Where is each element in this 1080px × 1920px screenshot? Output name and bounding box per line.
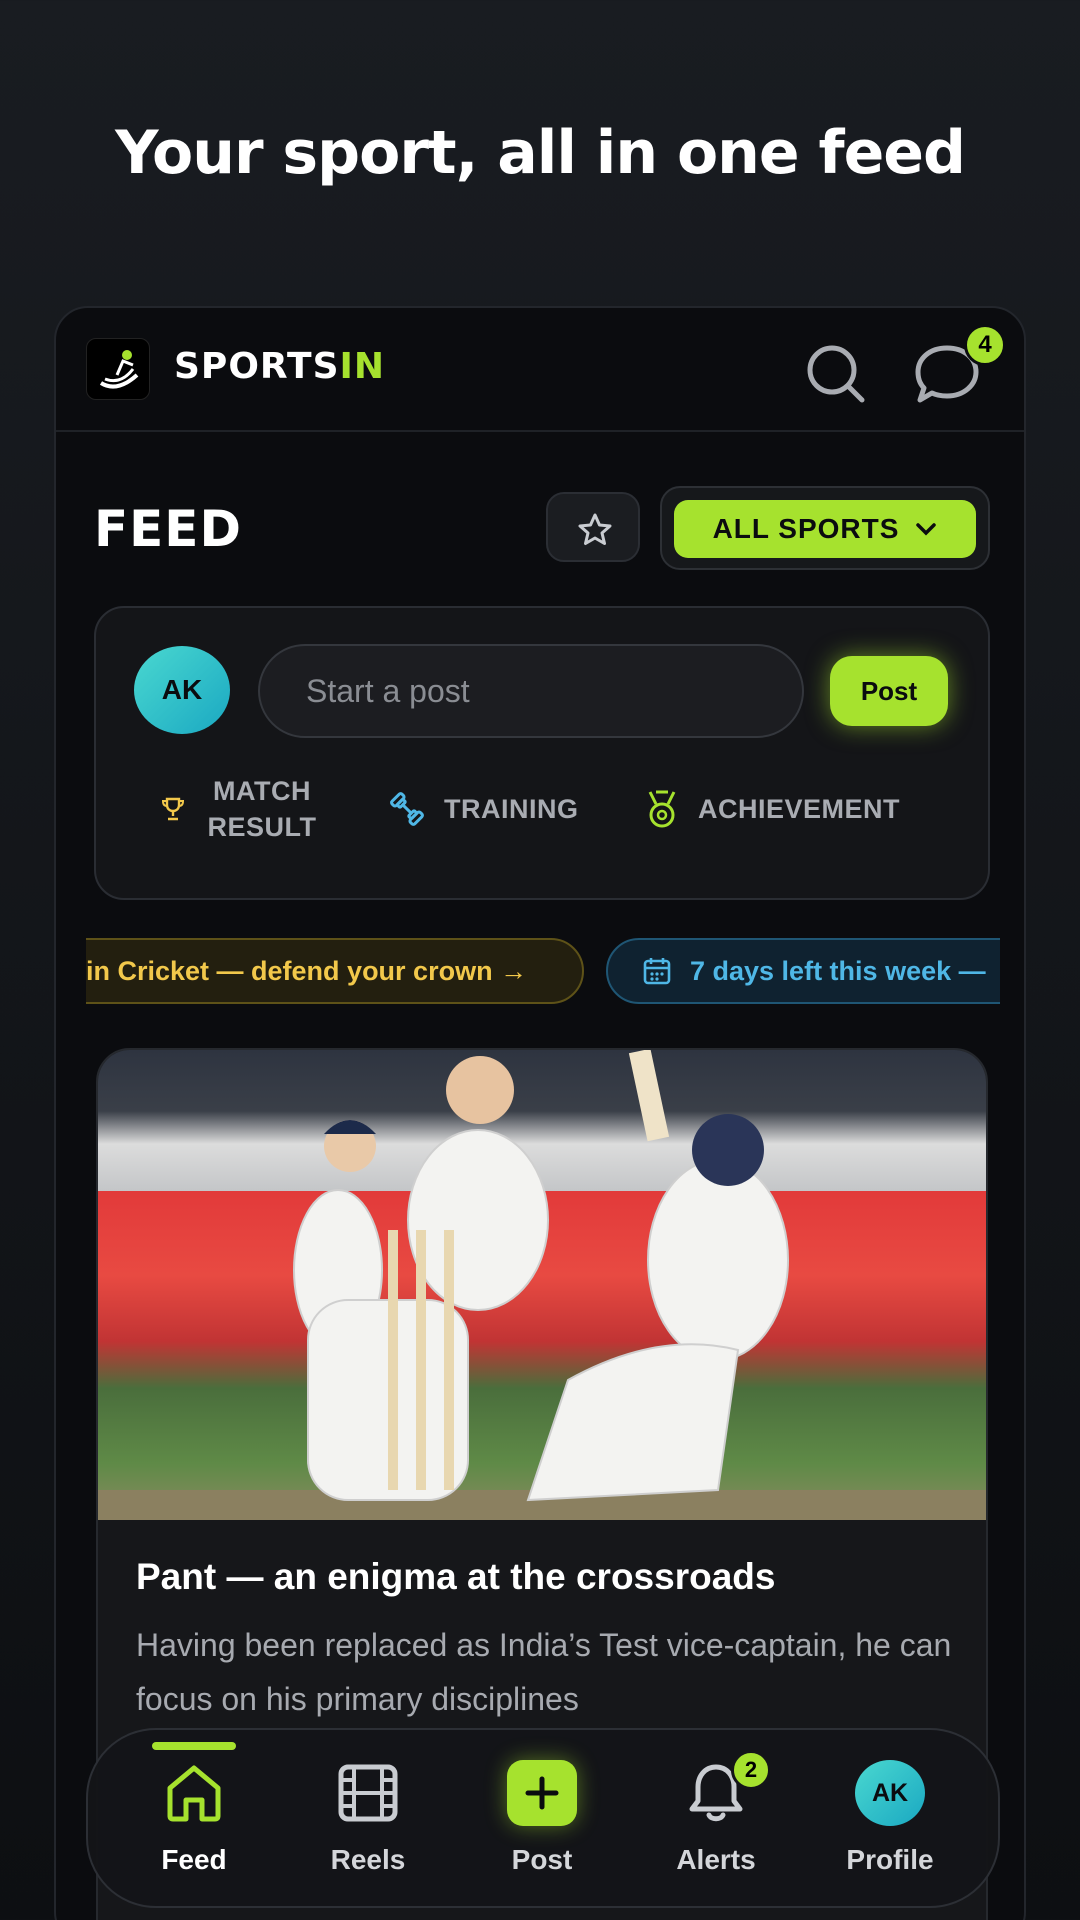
- search-icon: [807, 345, 865, 403]
- category-label: TRAINING: [444, 794, 579, 824]
- user-avatar[interactable]: AK: [134, 646, 230, 734]
- calendar-icon: [643, 958, 671, 985]
- post-excerpt: Having been replaced as India’s Test vic…: [136, 1627, 952, 1717]
- nav-label: Post: [511, 1844, 573, 1875]
- trophy-icon: [162, 797, 184, 821]
- bottom-navigation: Feed Reels Post Alerts 2 AK Profile: [86, 1728, 1000, 1908]
- category-label: ACHIEVEMENT: [698, 794, 901, 824]
- home-icon: [167, 1765, 221, 1822]
- feed-title: FEED: [94, 500, 242, 558]
- nav-profile[interactable]: AK Profile: [810, 1758, 970, 1898]
- nav-reels[interactable]: Reels: [288, 1758, 448, 1898]
- plus-glyph: [525, 1776, 559, 1810]
- category-label: MATCH RESULT: [207, 776, 317, 842]
- post-title[interactable]: Pant — an enigma at the crossroads: [136, 1556, 775, 1598]
- chevron-down-icon: [916, 523, 937, 536]
- search-button[interactable]: [804, 342, 868, 406]
- category-match-result[interactable]: MATCH RESULT: [162, 774, 322, 844]
- nav-feed[interactable]: Feed: [114, 1758, 274, 1898]
- nav-label: Reels: [330, 1844, 406, 1875]
- dumbbell-icon: [390, 792, 424, 826]
- category-achievement[interactable]: ACHIEVEMENT: [644, 774, 900, 844]
- announcement-ticker: in Cricket — defend your crown → 7 days …: [86, 936, 1000, 1006]
- ticker-item-championship[interactable]: in Cricket — defend your crown →: [86, 938, 584, 1004]
- medal-icon: [648, 790, 676, 828]
- nav-post[interactable]: Post: [462, 1758, 622, 1898]
- app-logo[interactable]: [86, 338, 150, 400]
- plus-icon: [507, 1760, 577, 1826]
- post-composer: AK Start a post Post MATCH RESULT TRAINI…: [94, 606, 990, 900]
- ticker-text: in Cricket — defend your crown →: [86, 955, 528, 986]
- logo-icon: [99, 350, 139, 389]
- page-headline: Your sport, all in one feed: [115, 118, 966, 188]
- star-icon: [578, 513, 612, 545]
- sports-filter-dropdown[interactable]: ALL SPORTS: [674, 500, 976, 558]
- start-post-input[interactable]: Start a post: [258, 644, 804, 738]
- category-training[interactable]: TRAINING: [388, 774, 579, 844]
- ticker-text: 7 days left this week —: [690, 955, 986, 986]
- film-icon: [338, 1764, 398, 1822]
- nav-alerts[interactable]: Alerts 2: [636, 1750, 796, 1898]
- post-image: [98, 1050, 986, 1520]
- sports-filter-label: ALL SPORTS: [712, 513, 900, 544]
- active-tab-indicator: [152, 1742, 236, 1750]
- cricket-photo: [98, 1050, 986, 1520]
- brand-name-accent: IN: [339, 346, 386, 387]
- nav-label: Alerts: [676, 1844, 756, 1875]
- alerts-badge: 2: [731, 1750, 771, 1790]
- messages-badge: 4: [964, 324, 1006, 366]
- favorites-button[interactable]: [546, 492, 640, 562]
- nav-label: Profile: [846, 1844, 934, 1875]
- brand-name: SPORTSIN: [174, 346, 385, 387]
- app-screen: SPORTSIN 4 FEED ALL SPORTS AK Start a po…: [54, 306, 1026, 1920]
- ticker-item-weekly[interactable]: 7 days left this week —: [606, 938, 1000, 1004]
- nav-label: Feed: [161, 1844, 227, 1875]
- sports-filter-wrapper: ALL SPORTS: [660, 486, 990, 570]
- app-top-bar: SPORTSIN 4: [56, 308, 1024, 432]
- brand-name-main: SPORTS: [174, 346, 340, 387]
- post-button[interactable]: Post: [830, 656, 948, 726]
- profile-avatar: AK: [855, 1760, 925, 1826]
